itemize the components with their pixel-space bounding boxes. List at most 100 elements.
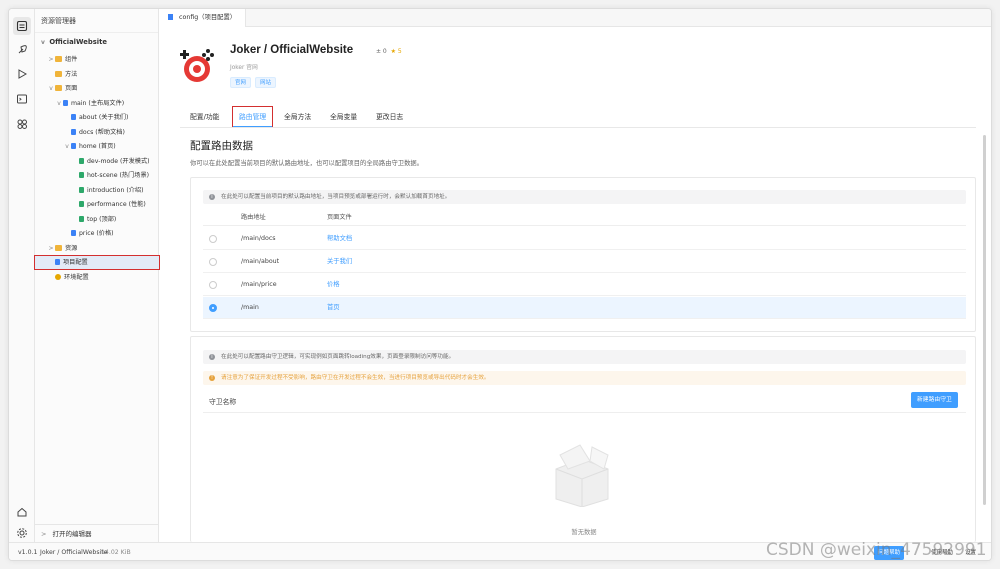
- rocket-icon[interactable]: [13, 41, 31, 59]
- plugins-icon[interactable]: [13, 115, 31, 133]
- chevron-down-icon: v: [41, 39, 45, 46]
- chevron-right-icon: >: [48, 56, 54, 63]
- tree-item[interactable]: v main (主布局文件): [35, 97, 159, 110]
- project-subtitle: Joker 官网: [230, 65, 258, 71]
- open-editors-toggle[interactable]: > 打开的编辑器: [35, 524, 159, 542]
- info-icon: i: [209, 354, 215, 360]
- project-stats: ± 0 ★ 5: [376, 48, 402, 55]
- settings-gear-icon[interactable]: [13, 524, 31, 542]
- add-route-guard-button[interactable]: 新建路由守卫: [911, 392, 958, 408]
- file-icon: [63, 99, 68, 106]
- tree-item[interactable]: v 页面: [35, 82, 159, 95]
- status-project: Joker / OfficialWebsite: [40, 549, 108, 556]
- tree-item-label: performance (性能): [87, 201, 146, 208]
- chevron-down-icon: v: [65, 143, 69, 150]
- csdn-watermark: CSDN @weixin_47592991: [766, 540, 987, 560]
- route-radio[interactable]: [209, 304, 217, 312]
- tree-item[interactable]: about (关于我们): [35, 111, 159, 124]
- tree-item[interactable]: performance (性能): [35, 198, 159, 211]
- tree-item[interactable]: v home (首页): [35, 140, 159, 153]
- project-title: Joker / OfficialWebsite: [230, 44, 354, 56]
- terminal-icon[interactable]: [13, 90, 31, 108]
- warning-icon: !: [209, 375, 215, 381]
- tree-item[interactable]: docs (帮助文档): [35, 126, 159, 139]
- tab-global-variables[interactable]: 全局变量: [330, 107, 357, 127]
- empty-box-icon: [555, 444, 609, 507]
- file-icon: [71, 114, 76, 120]
- file-icon: [71, 230, 76, 236]
- tree-item-label: 页面: [65, 85, 78, 92]
- route-page-link[interactable]: 价格: [327, 274, 340, 296]
- route-radio[interactable]: [209, 281, 217, 289]
- route-section-desc: 你可以在此处配置当前项目的默认路由地址，也可以配置项目的全局路由守卫数据。: [190, 160, 423, 167]
- route-row[interactable]: /main 首页: [203, 297, 966, 319]
- tab-changelog[interactable]: 更改日志: [376, 107, 403, 127]
- app-window: 资源管理器 v OfficialWebsite > 组件 方法 v 页面 v main (主…: [8, 8, 992, 561]
- tree-item[interactable]: > 组件: [35, 53, 159, 66]
- route-notice-text: 在此处可以配置当前项目的默认路由地址，当项目预览或部署运行时，会默认加载首页地址…: [221, 194, 451, 200]
- tree-item-label: main (主布局文件): [71, 99, 125, 107]
- tree-item[interactable]: introduction (介绍): [35, 184, 159, 197]
- tree-item-label: 项目配置: [63, 259, 88, 266]
- tab-bar: config（项目配置）: [160, 9, 991, 27]
- empty-state-text: 暂无数据: [571, 529, 597, 536]
- route-radio[interactable]: [209, 258, 217, 266]
- route-page-link[interactable]: 首页: [327, 297, 340, 319]
- editor-area: config（项目配置） Joker / OfficialWebsite ± 0…: [160, 9, 991, 542]
- guard-notice-text: 在此处可以配置路由守卫逻辑，可实现例如页面跳转loading效果，页面登录限制访…: [221, 354, 455, 360]
- route-row[interactable]: /main/about 关于我们: [203, 251, 966, 273]
- tree-item[interactable]: > 资源: [35, 242, 159, 255]
- tree-item-label: home (首页): [79, 143, 116, 150]
- tree-item-label: price (价格): [79, 230, 114, 237]
- tree-item[interactable]: 方法: [35, 68, 159, 81]
- file-icon: [55, 259, 60, 265]
- tree-root-project[interactable]: v OfficialWebsite: [35, 36, 159, 49]
- folder-icon: [55, 56, 62, 62]
- route-row[interactable]: /main/price 价格: [203, 274, 966, 296]
- route-radio[interactable]: [209, 235, 217, 243]
- tree-item[interactable]: price (价格): [35, 227, 159, 240]
- file-icon: [71, 143, 76, 149]
- explorer-panel: 资源管理器 v OfficialWebsite > 组件 方法 v 页面 v main (主…: [34, 9, 160, 542]
- guard-notice: i 在此处可以配置路由守卫逻辑，可实现例如页面跳转loading效果，页面登录限…: [203, 350, 966, 364]
- status-size: 14.02 KiB: [101, 549, 131, 556]
- tab-config-features[interactable]: 配置/功能: [190, 107, 219, 127]
- folder-icon: [55, 70, 62, 77]
- tree-item[interactable]: hot-scene (热门场景): [35, 169, 159, 182]
- chevron-right-icon: >: [48, 244, 54, 252]
- tree-item[interactable]: 环境配置: [35, 271, 159, 284]
- scrollbar[interactable]: [983, 135, 986, 505]
- tree-root-label: OfficialWebsite: [49, 38, 107, 46]
- tree-item[interactable]: 项目配置: [34, 255, 160, 270]
- stars-count: ★ 5: [390, 48, 402, 55]
- deploy-icon[interactable]: [13, 65, 31, 83]
- activity-bar: [9, 9, 35, 542]
- tree-item[interactable]: dev-mode (开发模式): [35, 155, 159, 168]
- tree-item-label: docs (帮助文档): [79, 128, 125, 136]
- tab-config-label: config（项目配置）: [179, 14, 237, 21]
- tree-item[interactable]: top (顶部): [35, 213, 159, 226]
- tree-item-label: 方法: [65, 70, 78, 78]
- chevron-down-icon: v: [57, 99, 61, 107]
- route-section-title: 配置路由数据: [190, 140, 253, 152]
- home-icon[interactable]: [13, 503, 31, 521]
- explorer-icon[interactable]: [13, 17, 31, 35]
- open-editors-label: 打开的编辑器: [52, 530, 92, 538]
- col-page-file: 页面文件: [327, 214, 352, 221]
- tree-item-label: about (关于我们): [79, 114, 129, 121]
- route-path: /main/about: [241, 258, 280, 265]
- tabs-divider: [180, 127, 976, 128]
- route-path: /main/price: [241, 281, 277, 288]
- tab-global-methods[interactable]: 全局方法: [284, 107, 311, 127]
- guard-warning: ! 请注意为了保证开发过程不受影响，路由守卫在开发过程不会生效，当进行项目预览或…: [203, 371, 966, 385]
- route-row[interactable]: /main/docs 帮助文档: [203, 228, 966, 250]
- route-table-header: 路由地址 页面文件: [203, 209, 966, 226]
- route-page-link[interactable]: 帮助文档: [327, 228, 352, 250]
- tab-route-management[interactable]: 路由管理: [231, 106, 274, 128]
- tab-config[interactable]: config（项目配置）: [160, 9, 246, 27]
- tag-site: 网站: [255, 77, 277, 88]
- tree-item-label: 组件: [65, 56, 78, 63]
- clown-logo-icon: [180, 49, 214, 82]
- route-path: /main: [241, 304, 259, 311]
- route-page-link[interactable]: 关于我们: [327, 251, 352, 273]
